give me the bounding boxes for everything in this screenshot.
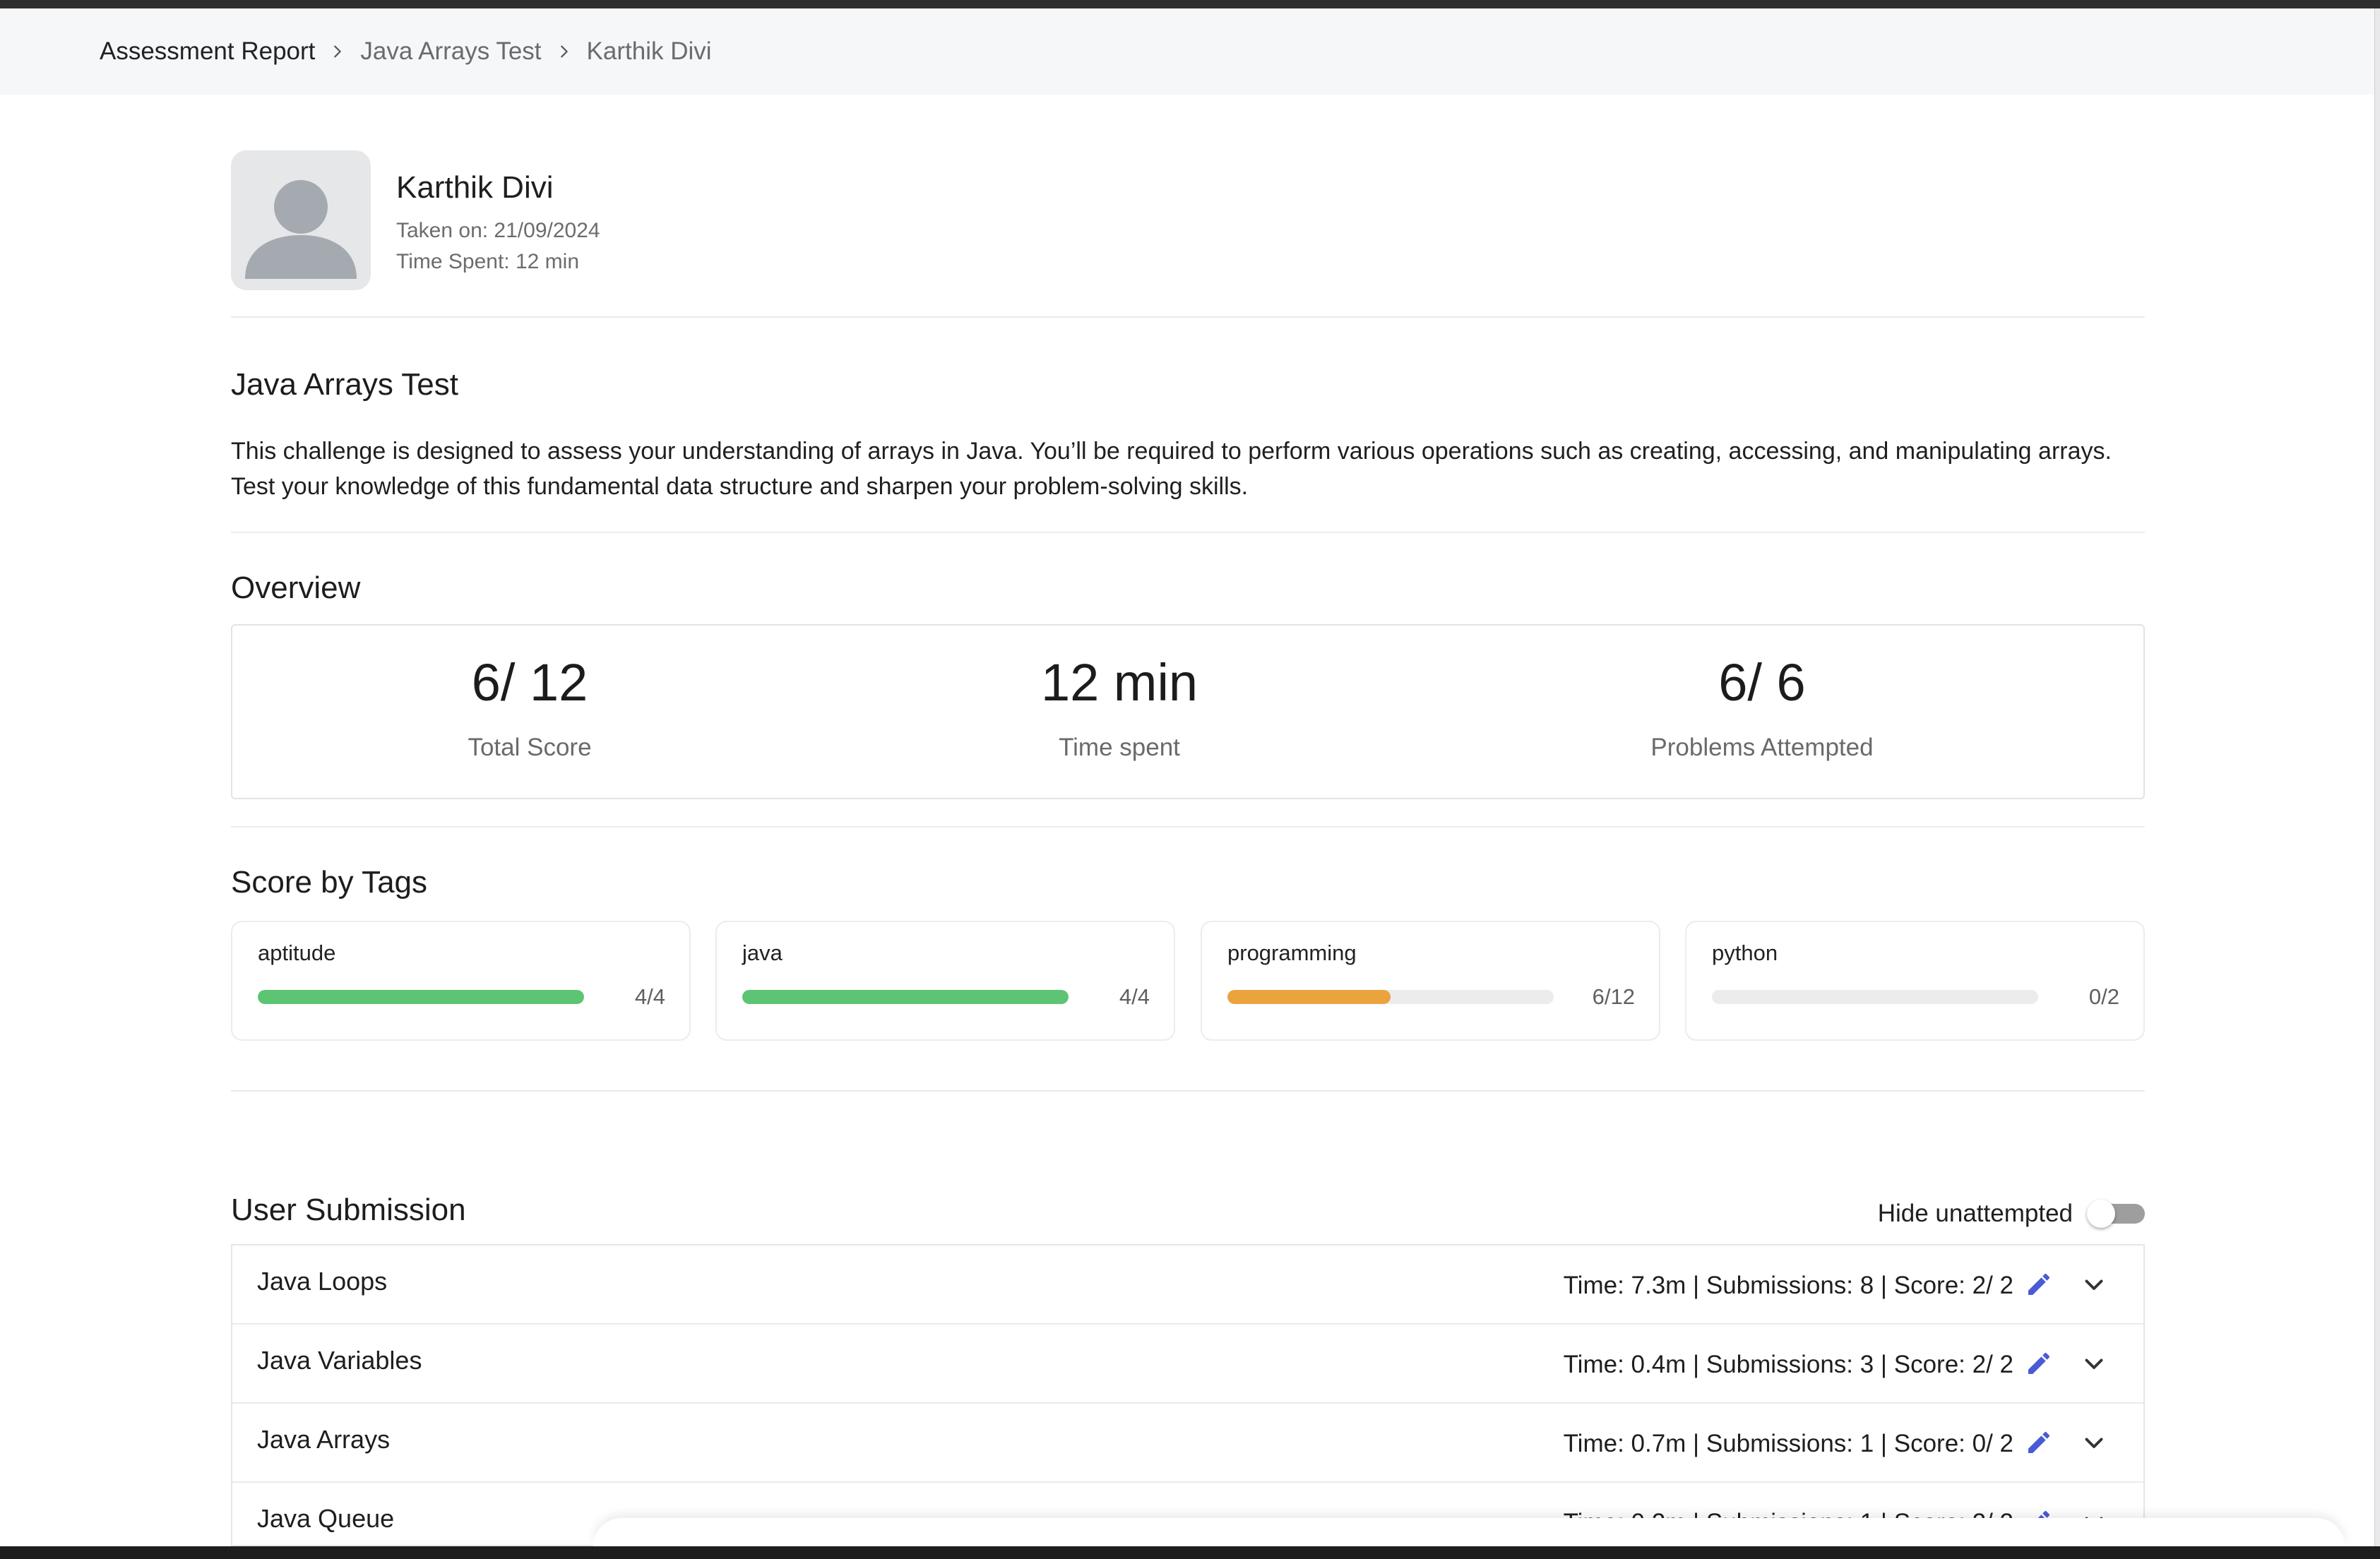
submission-row[interactable]: Java Loops Time: 7.3m | Submissions: 8 |… (232, 1246, 2143, 1325)
tag-name: programming (1227, 940, 1357, 965)
user-submission-title: User Submission (231, 1193, 466, 1227)
chevron-down-icon[interactable] (2077, 1346, 2111, 1380)
problem-title: Java Loops (257, 1267, 388, 1296)
stat-label: Time spent (1059, 734, 1180, 761)
time-spent-text: Time Spent: 12 min (396, 250, 579, 273)
chevron-right-icon (542, 44, 587, 59)
tag-progress-track (1227, 990, 1554, 1004)
test-title: Java Arrays Test (231, 367, 458, 402)
chevron-right-icon (315, 44, 360, 59)
candidate-profile: Karthik Divi Taken on: 21/09/2024 Time S… (231, 150, 600, 292)
window-right-edge (2374, 8, 2380, 1546)
overview-card: 6/ 12 Total Score 12 min Time spent 6/ 6… (231, 624, 2145, 799)
stat-value: 6/ 6 (1718, 653, 1806, 712)
bottom-overlay-panel (593, 1518, 2345, 1546)
breadcrumb-item-test[interactable]: Java Arrays Test (360, 37, 541, 66)
window-bottom-strip (0, 1546, 2380, 1559)
problem-title: Java Variables (257, 1346, 422, 1375)
window-top-strip (0, 0, 2380, 8)
submission-stats: Time: 0.7m | Submissions: 1 | Score: 0/ … (1563, 1430, 2013, 1457)
tag-progress-track (258, 990, 584, 1004)
overview-title: Overview (231, 571, 361, 605)
tag-card-aptitude: aptitude 4/4 (231, 921, 691, 1041)
stat-label: Total Score (468, 734, 592, 761)
tag-name: java (742, 940, 783, 965)
tag-progress-fill (742, 990, 1069, 1004)
hide-unattempted-toggle[interactable] (2087, 1200, 2145, 1228)
tag-progress-track (1712, 990, 2038, 1004)
score-by-tags-title: Score by Tags (231, 865, 428, 900)
chevron-down-icon[interactable] (2077, 1267, 2111, 1301)
pencil-icon[interactable] (2022, 1426, 2056, 1459)
divider (231, 826, 2145, 828)
tag-progress-fill (1227, 990, 1391, 1004)
tag-card-programming: programming 6/12 (1201, 921, 1660, 1041)
submission-stats: Time: 7.3m | Submissions: 8 | Score: 2/ … (1563, 1272, 2013, 1299)
problem-title: Java Arrays (257, 1425, 391, 1454)
profile-info: Karthik Divi Taken on: 21/09/2024 Time S… (396, 150, 600, 292)
hide-unattempted-label: Hide unattempted (1877, 1200, 2073, 1227)
tag-score: 6/12 (1592, 984, 1635, 1009)
user-silhouette-icon (245, 180, 357, 279)
stat-problems-attempted: 6/ 6 Problems Attempted (1515, 626, 2009, 762)
tag-score: 4/4 (634, 984, 665, 1009)
pencil-icon[interactable] (2022, 1267, 2056, 1301)
breadcrumb-item-assessment-report[interactable]: Assessment Report (100, 37, 315, 66)
tag-score: 4/4 (1119, 984, 1150, 1009)
tag-progress-track (742, 990, 1069, 1004)
submission-stats: Time: 0.4m | Submissions: 3 | Score: 2/ … (1563, 1351, 2013, 1378)
pencil-icon[interactable] (2022, 1346, 2056, 1380)
breadcrumb-item-candidate: Karthik Divi (586, 37, 712, 65)
submission-list: Java Loops Time: 7.3m | Submissions: 8 |… (231, 1244, 2145, 1546)
chevron-down-icon[interactable] (2077, 1426, 2111, 1459)
tag-name: aptitude (258, 940, 336, 965)
tag-card-python: python 0/2 (1685, 921, 2145, 1041)
stat-label: Problems Attempted (1650, 734, 1874, 761)
submission-row[interactable]: Java Variables Time: 0.4m | Submissions:… (232, 1325, 2143, 1404)
submission-row[interactable]: Java Arrays Time: 0.7m | Submissions: 1 … (232, 1404, 2143, 1483)
divider (231, 532, 2145, 533)
test-description: This challenge is designed to assess you… (231, 438, 2112, 500)
breadcrumb: Assessment Report Java Arrays Test Karth… (0, 8, 2374, 95)
tag-score: 0/2 (2088, 984, 2119, 1009)
candidate-name: Karthik Divi (396, 170, 554, 205)
hide-unattempted-control: Hide unattempted (1878, 1200, 2145, 1228)
stat-value: 12 min (1040, 653, 1198, 712)
tag-card-java: java 4/4 (715, 921, 1175, 1041)
stat-total-score: 6/ 12 Total Score (282, 626, 777, 762)
divider (231, 1090, 2145, 1092)
divider (231, 316, 2145, 318)
toggle-knob (2087, 1200, 2115, 1228)
stat-value: 6/ 12 (471, 653, 588, 712)
stat-time-spent: 12 min Time spent (872, 626, 1367, 762)
tag-name: python (1712, 940, 1778, 965)
taken-on-date: Taken on: 21/09/2024 (396, 219, 600, 242)
avatar (231, 150, 371, 290)
tag-progress-fill (258, 990, 584, 1004)
tags-row: aptitude 4/4 java 4/4 programming 6/12 p… (231, 921, 2145, 1041)
